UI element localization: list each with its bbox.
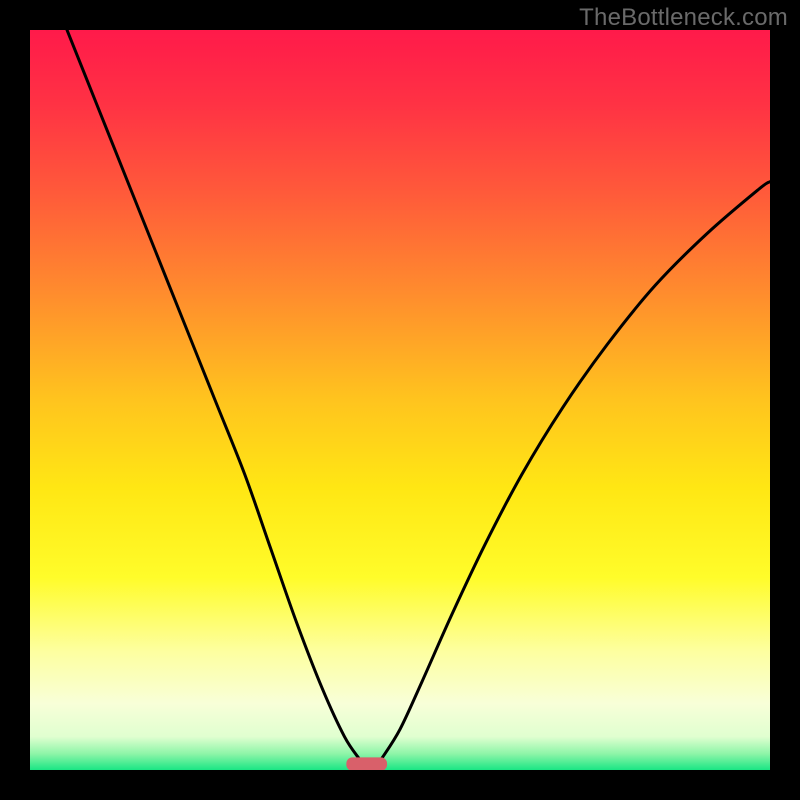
bottleneck-chart xyxy=(0,0,800,800)
watermark-text: TheBottleneck.com xyxy=(579,4,788,32)
chart-container: TheBottleneck.com xyxy=(0,0,800,800)
optimal-marker xyxy=(346,757,387,770)
gradient-background xyxy=(30,30,770,770)
